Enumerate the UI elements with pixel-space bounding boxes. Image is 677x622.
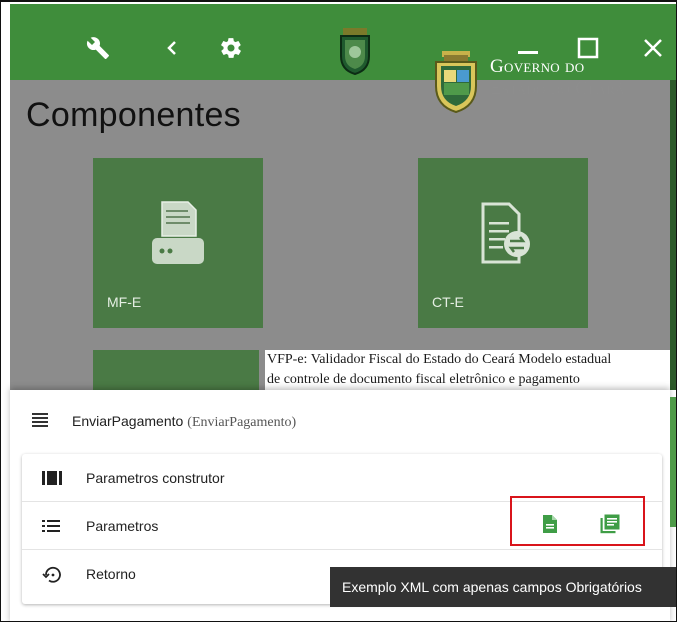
xml-required-only-icon[interactable] [600, 514, 620, 534]
back-chevron-icon[interactable] [154, 30, 190, 66]
operation-header[interactable]: EnviarPagamento (EnviarPagamento) [10, 390, 670, 450]
operation-signature: (EnviarPagamento) [187, 415, 297, 430]
app-window: Componentes MF-E CT-E VFP-e: Validador F… [0, 0, 677, 622]
return-icon [42, 566, 62, 583]
wrench-icon[interactable] [80, 30, 116, 66]
brand-text: Governo do Estado do Ceará [490, 56, 676, 100]
operation-name: EnviarPagamento [72, 413, 184, 429]
tile-label: CT-E [432, 294, 464, 310]
tile-label: MF-E [107, 294, 142, 310]
row-label: Retorno [86, 566, 136, 582]
tile-mf-e[interactable]: MF-E [93, 158, 263, 328]
tile-ct-e[interactable]: CT-E [418, 158, 588, 328]
page-title: Componentes [26, 96, 241, 134]
list-icon [42, 518, 62, 534]
actions-highlight-box [510, 496, 645, 546]
brand-line-1: Governo do [490, 56, 585, 77]
scroll-edge [670, 80, 676, 390]
state-crest-icon [430, 50, 482, 114]
xml-document-icon[interactable] [541, 514, 561, 534]
state-crest-icon [335, 26, 375, 76]
printer-document-icon [148, 200, 208, 275]
component-description: VFP-e: Validador Fiscal do Estado do Cea… [265, 350, 670, 390]
row-parametros-construtor[interactable]: Parametros construtor [22, 454, 662, 502]
tooltip: Exemplo XML com apenas campos Obrigatóri… [330, 567, 676, 607]
tile-vfp-e[interactable] [93, 350, 259, 390]
menu-lines-icon [32, 413, 48, 432]
description-line: de controle de documento fiscal eletrôni… [267, 372, 580, 387]
description-line: VFP-e: Validador Fiscal do Estado do Cea… [267, 352, 612, 367]
columns-icon [42, 470, 62, 486]
scroll-edge [670, 397, 676, 527]
row-label: Parametros construtor [86, 470, 225, 486]
components-page: Componentes MF-E CT-E VFP-e: Validador F… [10, 80, 670, 390]
operation-title: EnviarPagamento (EnviarPagamento) [72, 413, 296, 431]
gear-icon[interactable] [213, 30, 249, 66]
brand-line-2: Estado do Ceará [490, 78, 625, 99]
document-exchange-icon [473, 200, 533, 275]
row-label: Parametros [86, 518, 159, 534]
